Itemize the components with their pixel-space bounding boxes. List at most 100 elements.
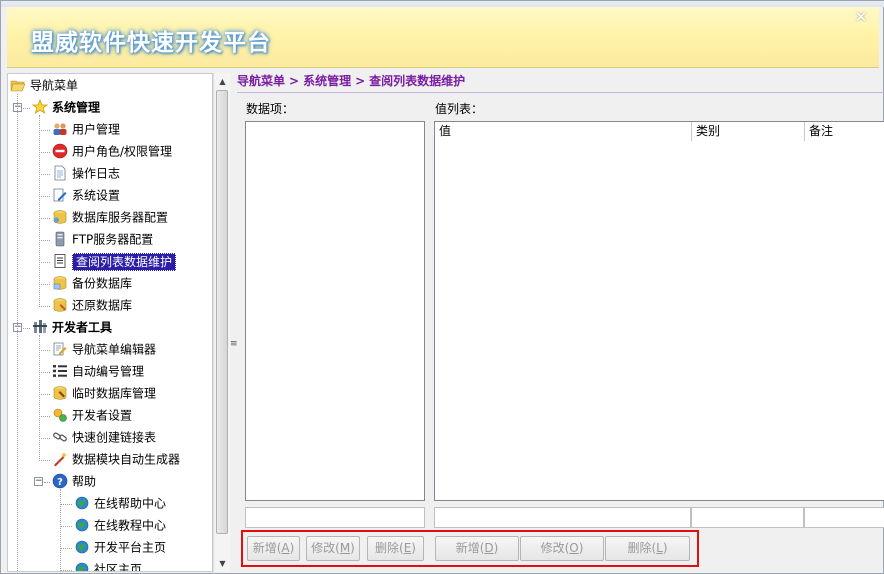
tree-connector xyxy=(39,284,50,285)
tree-item-label: 数据模块自动生成器 xyxy=(72,452,181,467)
tree-group[interactable]: ? 帮助 xyxy=(52,471,96,491)
tree-group[interactable]: 系统管理 xyxy=(31,97,100,117)
breadcrumb-current: 查阅列表数据维护 xyxy=(369,74,466,88)
delete-item-button[interactable]: 删除(E) xyxy=(367,536,424,561)
tree-root-nav-menu[interactable]: 导航菜单 xyxy=(10,75,78,95)
star-icon xyxy=(31,98,49,115)
tree-connector xyxy=(44,482,50,483)
splitter-grip-icon[interactable]: ≡ xyxy=(230,339,238,349)
tree-connector xyxy=(39,262,50,263)
breadcrumb-item[interactable]: 导航菜单 xyxy=(237,74,285,88)
tree-connector xyxy=(39,130,50,131)
nav-tree[interactable]: 导航菜单 系统管理 − 用户管理用户角色/权限管理操作日志系统设置 数据库服务器配置 FT… xyxy=(7,73,213,572)
tree-connector xyxy=(17,94,18,571)
tree-item[interactable]: FTP服务器配置 xyxy=(52,229,153,249)
tree-connector xyxy=(60,489,61,571)
button-label: 新增(D) xyxy=(456,541,499,555)
tree-item[interactable]: 还原数据库 xyxy=(52,295,132,315)
add-item-button[interactable]: 新增(A) xyxy=(247,536,300,561)
tree-item[interactable]: 自动编号管理 xyxy=(52,361,144,381)
tree-connector xyxy=(60,526,72,527)
close-icon[interactable]: ✕ xyxy=(853,9,869,25)
tree-item-label: 导航菜单编辑器 xyxy=(72,342,157,357)
data-items-list[interactable] xyxy=(245,121,425,501)
tree-item-label: 快速创建链接表 xyxy=(72,430,157,445)
button-text: 删除( xyxy=(375,541,404,555)
globe-icon xyxy=(74,561,90,571)
tree-item[interactable]: 开发平台主页 xyxy=(74,537,166,557)
edit-item-button[interactable]: 修改(M) xyxy=(306,536,360,561)
button-text-tail: ) xyxy=(662,541,668,555)
button-text: 修改( xyxy=(540,541,570,555)
button-accelerator: L xyxy=(656,541,663,555)
temp-db-icon xyxy=(52,385,68,401)
tree-item[interactable]: 开发者设置 xyxy=(52,405,132,425)
tree-connector xyxy=(39,350,50,351)
developer-settings-icon xyxy=(52,407,68,423)
globe-icon xyxy=(74,495,90,511)
delete-value-button[interactable]: 删除(L) xyxy=(605,536,690,561)
title-banner: 盟威软件快速开发平台 ✕ xyxy=(7,7,879,68)
splitter[interactable]: ≡ xyxy=(230,73,238,572)
scroll-thumb[interactable] xyxy=(216,90,228,534)
tree-scrollbar[interactable]: ▲ ▼ xyxy=(213,73,230,572)
tree-item[interactable]: 社区主页 xyxy=(74,559,142,571)
database-backup-icon xyxy=(52,275,68,291)
tree-item[interactable]: 临时数据库管理 xyxy=(52,383,156,403)
database-server-icon xyxy=(52,209,68,225)
tree-item-label: 用户管理 xyxy=(72,122,121,137)
button-text-tail: ) xyxy=(493,541,499,555)
scroll-up-icon[interactable]: ▲ xyxy=(214,73,231,90)
tree-connector xyxy=(60,548,72,549)
button-label: 删除(E) xyxy=(375,541,416,555)
column-header-category[interactable]: 类别 xyxy=(692,122,805,141)
tree-item-label: 操作日志 xyxy=(72,166,121,181)
button-text: 新增( xyxy=(455,541,485,555)
list-doc-icon xyxy=(52,253,68,269)
values-grid[interactable]: 值 类别 备注 xyxy=(434,121,884,501)
link-icon xyxy=(52,429,68,445)
tree-item[interactable]: 操作日志 xyxy=(52,163,120,183)
tree-connector xyxy=(60,504,72,505)
tree-item[interactable]: 用户管理 xyxy=(52,119,120,139)
help-icon: ? xyxy=(52,473,68,489)
svg-text:?: ? xyxy=(57,477,63,488)
no-entry-icon xyxy=(52,143,68,159)
scroll-down-icon[interactable]: ▼ xyxy=(214,555,231,572)
globe-icon xyxy=(74,539,90,555)
button-text-tail: ) xyxy=(578,541,584,555)
tree-item[interactable]: 在线教程中心 xyxy=(74,515,166,535)
tree-connector xyxy=(39,115,40,307)
column-header-value[interactable]: 值 xyxy=(435,122,692,141)
breadcrumb: 导航菜单 > 系统管理 > 查阅列表数据维护 xyxy=(237,73,465,89)
users-icon xyxy=(52,121,68,137)
tree-item-label: 还原数据库 xyxy=(72,298,133,313)
collapse-toggle-icon[interactable]: − xyxy=(34,477,43,486)
tree-item[interactable]: 系统设置 xyxy=(52,185,120,205)
add-value-button[interactable]: 新增(D) xyxy=(435,536,519,561)
tree-connector xyxy=(39,218,50,219)
column-header-notes[interactable]: 备注 xyxy=(805,122,884,141)
tree-item[interactable]: 用户角色/权限管理 xyxy=(52,141,172,161)
breadcrumb-divider xyxy=(237,92,884,93)
list-footer-cell xyxy=(245,507,425,528)
button-accelerator: A xyxy=(281,541,290,555)
tree-item[interactable]: 数据模块自动生成器 xyxy=(52,449,180,469)
tree-item[interactable]: 备份数据库 xyxy=(52,273,132,293)
edit-value-button[interactable]: 修改(O) xyxy=(520,536,604,561)
tree-item[interactable]: 在线帮助中心 xyxy=(74,493,166,513)
tree-connector xyxy=(39,372,50,373)
tree-item[interactable]: 导航菜单编辑器 xyxy=(52,339,156,359)
tree-group[interactable]: 开发者工具 xyxy=(32,317,112,337)
button-text-tail: ) xyxy=(411,541,416,555)
button-label: 修改(M) xyxy=(311,541,355,555)
breadcrumb-item[interactable]: 系统管理 xyxy=(303,74,351,88)
tree-item-label: 开发者工具 xyxy=(52,320,113,335)
tree-item[interactable]: 查阅列表数据维护 xyxy=(52,251,177,271)
button-label: 新增(A) xyxy=(253,541,295,555)
tree-connector xyxy=(39,460,50,461)
tree-item[interactable]: 快速创建链接表 xyxy=(52,427,156,447)
tree-item-label: 开发者设置 xyxy=(72,408,133,423)
tree-item[interactable]: 数据库服务器配置 xyxy=(52,207,168,227)
tree-item-label: 在线帮助中心 xyxy=(94,496,167,511)
